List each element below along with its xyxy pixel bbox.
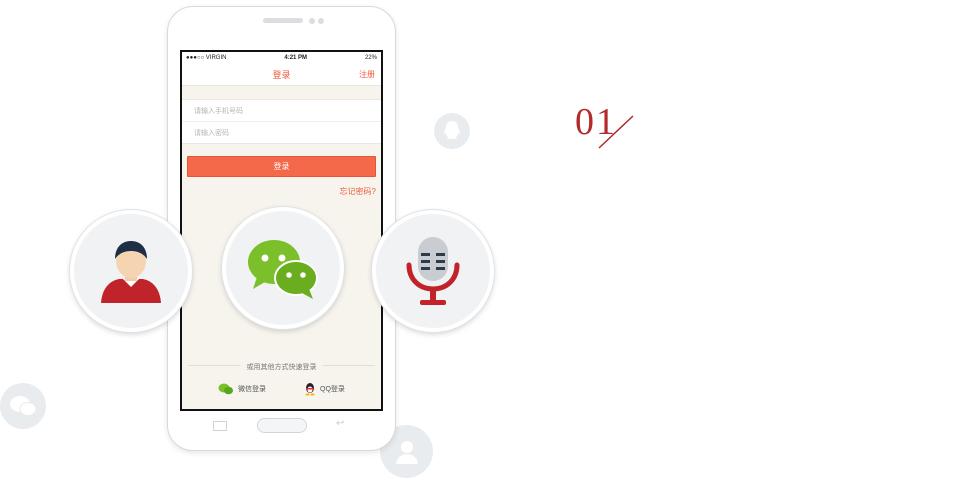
qq-icon (305, 383, 315, 396)
password-field[interactable]: 请输入密码 (182, 121, 381, 143)
wechat-icon (218, 383, 234, 395)
microphone-icon (406, 237, 460, 305)
alt-login-options: 微信登录 QQ登录 (182, 382, 381, 396)
register-link[interactable]: 注册 (359, 69, 375, 80)
chat-bubble-icon (0, 383, 46, 429)
page-title: 登录 (272, 69, 291, 80)
carrier-label: ●●●○○ VIRGIN (186, 54, 227, 61)
home-button[interactable] (257, 418, 307, 433)
wechat-feature-circle (222, 207, 344, 329)
wechat-icon (248, 240, 318, 299)
phone-speaker (263, 18, 303, 23)
nav-bar: 登录 注册 (182, 63, 381, 86)
phone-camera (318, 18, 324, 24)
user-feature-circle (70, 210, 192, 332)
voice-feature-circle (372, 210, 494, 332)
alt-login-label: 或用其他方式快速登录 (246, 364, 317, 371)
user-avatar-icon (101, 241, 161, 303)
forgot-password-link[interactable]: 忘记密码? (182, 186, 381, 197)
qq-login-label: QQ登录 (320, 386, 345, 393)
login-form: 请输入手机号码 请输入密码 (182, 99, 381, 144)
time-label: 4:21 PM (284, 54, 308, 61)
qq-bubble-icon (434, 113, 470, 149)
battery-label: 22% (364, 54, 377, 61)
divider (323, 365, 375, 366)
back-button[interactable]: ↩ (336, 418, 344, 429)
wechat-login-button[interactable]: 微信登录 (218, 382, 266, 396)
qq-login-button[interactable]: QQ登录 (304, 382, 345, 396)
phone-field[interactable]: 请输入手机号码 (182, 100, 381, 121)
step-slash-icon (598, 115, 634, 149)
phone-sensor (309, 18, 315, 24)
login-button[interactable]: 登录 (187, 156, 376, 177)
status-bar: ●●●○○ VIRGIN 4:21 PM 22% (182, 52, 381, 63)
recent-apps-button[interactable] (213, 421, 227, 431)
wechat-login-label: 微信登录 (238, 386, 267, 393)
